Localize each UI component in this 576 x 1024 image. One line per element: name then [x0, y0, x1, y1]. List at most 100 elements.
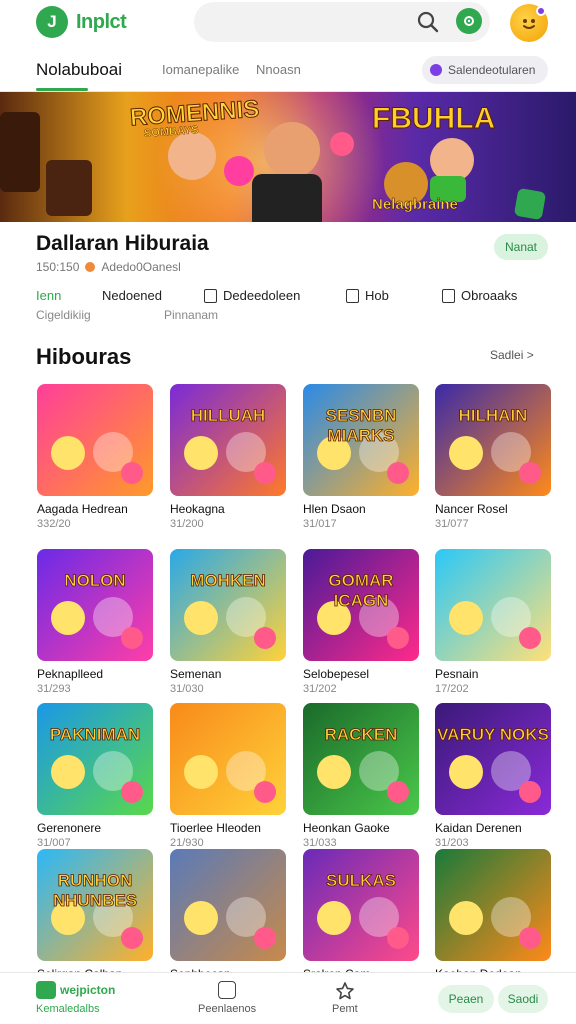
character-graphic [317, 901, 351, 935]
banner-subtitle: Nelagbraine [372, 196, 458, 214]
hero-banner[interactable]: ROMENNIS SOMBAYS FBUHLA Nelagbraine [0, 92, 576, 222]
game-card[interactable]: RACKEN Heonkan Gaoke 31/033 [303, 703, 419, 849]
character-graphic [519, 927, 541, 949]
action-item-3[interactable]: Dedeedoleen [204, 288, 300, 303]
character-graphic [387, 627, 409, 649]
game-card[interactable]: NOLON Peknaplleed 31/293 [37, 549, 153, 695]
character-graphic [184, 601, 218, 635]
tab-chip[interactable]: Salendeotularen [422, 56, 548, 84]
game-thumbnail-label: SESNBN MIARKS [325, 406, 397, 446]
game-card[interactable]: Pesnain 17/202 [435, 549, 551, 695]
game-meta: 31/200 [170, 518, 204, 530]
character-graphic [121, 781, 143, 803]
game-thumbnail: HILHAIN [435, 384, 551, 496]
game-meta: 17/202 [435, 683, 469, 695]
speaker-graphic [46, 160, 92, 216]
game-card[interactable]: HILLUAH Heokagna 31/200 [170, 384, 286, 530]
action-item-4[interactable]: Hob [346, 288, 389, 303]
game-meta: 31/033 [303, 837, 337, 849]
game-title: Nancer Rosel [435, 502, 508, 516]
game-title: Semenan [170, 667, 222, 681]
game-card[interactable]: RUNHON NHUNBESSelirgan Calhan [37, 849, 153, 983]
nav-home[interactable]: wejpicton Kemaledalbs [36, 981, 115, 1015]
search-icon[interactable] [416, 10, 440, 34]
game-thumbnail: VARUY NOKS [435, 703, 551, 815]
game-thumbnail: RACKEN [303, 703, 419, 815]
game-card[interactable]: HILHAIN Nancer Rosel 31/077 [435, 384, 551, 530]
star-icon [336, 982, 354, 1000]
action-label: Obroaaks [461, 288, 518, 303]
game-card[interactable]: VARUY NOKS Kaidan Derenen 31/203 [435, 703, 551, 849]
game-thumbnail: PAKNIMAN [37, 703, 153, 815]
game-meta: 31/017 [303, 518, 337, 530]
game-thumbnail-label: PAKNIMAN [49, 725, 141, 745]
game-thumbnail: MOHKEN [170, 549, 286, 661]
game-card[interactable]: GOMAR ICAGN Selobepesel 31/202 [303, 549, 419, 695]
status-button[interactable]: Nanat [494, 234, 548, 260]
game-card[interactable]: SESNBN MIARKS Hlen Dsaon 31/017 [303, 384, 419, 530]
action-item-1[interactable]: Ienn [36, 288, 61, 303]
game-meta: 31/203 [435, 837, 469, 849]
character-graphic [254, 781, 276, 803]
square-icon [218, 981, 237, 999]
tab-home[interactable]: Nolabuboai [36, 60, 122, 80]
game-thumbnail-label: HILHAIN [458, 406, 528, 426]
app-logo[interactable]: J Inplct [36, 6, 127, 38]
game-card[interactable]: MOHKEN Semenan 31/030 [170, 549, 286, 695]
character-graphic [184, 436, 218, 470]
game-card[interactable]: SULKASSralren Cam [303, 849, 419, 983]
game-card[interactable]: Aagada Hedrean 332/20 [37, 384, 153, 530]
document-icon [346, 288, 359, 303]
nav-button-2[interactable]: Saodi [498, 985, 548, 1013]
game-title: Hlen Dsaon [303, 502, 366, 516]
avatar[interactable] [510, 4, 548, 42]
game-title: Tioerlee Hleoden [170, 821, 261, 835]
action-item-2[interactable]: Nedoened [102, 288, 162, 303]
tab-second[interactable]: Iomanepalike [162, 62, 239, 77]
section-title: Hibouras [36, 344, 132, 369]
character-graphic [449, 901, 483, 935]
nav-item-2[interactable]: Peenlaenos [198, 981, 256, 1015]
game-thumbnail: SULKAS [303, 849, 419, 961]
nav-button-1[interactable]: Peaen [438, 985, 494, 1013]
game-title: Heokagna [170, 502, 225, 516]
game-title: Pesnain [435, 667, 479, 681]
game-card[interactable]: Sephbecan [170, 849, 286, 983]
nav-home-label: Kemaledalbs [36, 1003, 100, 1015]
action-label: Dedeedoleen [223, 288, 301, 303]
game-card[interactable]: Tioerlee Hleoden 21/930 [170, 703, 286, 849]
character-graphic [224, 156, 254, 186]
character-graphic [519, 781, 541, 803]
game-thumbnail [37, 384, 153, 496]
character-graphic [121, 627, 143, 649]
clipboard-icon [204, 288, 217, 303]
action-label: Ienn [36, 288, 62, 303]
game-thumbnail: GOMAR ICAGN [303, 549, 419, 661]
logo-mark: J [36, 6, 68, 38]
game-thumbnail-label: VARUY NOKS [437, 725, 550, 745]
action-item-5[interactable]: Obroaaks [442, 288, 517, 303]
game-thumbnail [170, 849, 286, 961]
detail-meta: 150:150 Adedo0Oanesl [36, 260, 181, 274]
character-graphic [252, 174, 322, 222]
game-card[interactable]: Kaeban Dedean [435, 849, 551, 983]
game-meta: 21/930 [170, 837, 204, 849]
character-graphic [519, 462, 541, 484]
tab-third[interactable]: Nnoasn [256, 62, 301, 77]
detail-section: Dallaran Hiburaia 150:150 Adedo0Oanesl N… [0, 222, 576, 332]
speaker-graphic [0, 112, 40, 192]
settings-icon[interactable] [456, 8, 482, 34]
game-card[interactable]: PAKNIMAN Gerenonere 31/007 [37, 703, 153, 849]
nav-item-3[interactable]: Pemt [332, 981, 358, 1015]
game-thumbnail-label: RUNHON NHUNBES [52, 871, 138, 911]
action-sub-2: Pinnanam [164, 308, 219, 322]
game-title: Peknaplleed [37, 667, 104, 681]
top-bar: J Inplct [0, 0, 576, 48]
search-bar[interactable] [194, 2, 490, 42]
game-thumbnail: SESNBN MIARKS [303, 384, 419, 496]
game-title: Aagada Hedrean [37, 502, 128, 516]
character-graphic [51, 601, 85, 635]
game-thumbnail [435, 849, 551, 961]
see-all-link[interactable]: Sadlei > [490, 348, 534, 362]
chip-label: Salendeotularen [448, 63, 536, 77]
